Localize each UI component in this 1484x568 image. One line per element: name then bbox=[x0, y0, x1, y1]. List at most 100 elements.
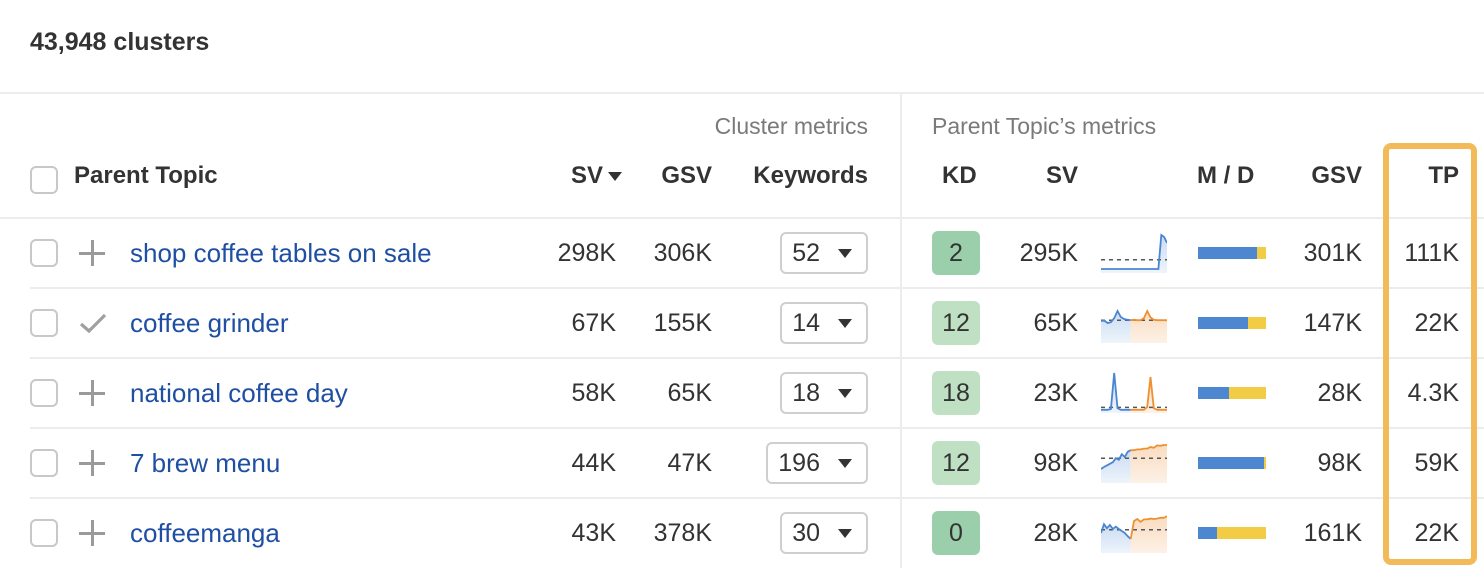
plus-icon[interactable] bbox=[79, 450, 105, 476]
table-row: 7 brew menu 44K 47K 196 12 98K 98K 59K bbox=[0, 429, 1484, 499]
row-checkbox[interactable] bbox=[30, 309, 58, 337]
parent-topic-sv: 295K bbox=[1019, 238, 1078, 267]
mobile-desktop-bar bbox=[1198, 527, 1266, 539]
keywords-dropdown[interactable]: 18 bbox=[780, 372, 868, 414]
kd-badge: 12 bbox=[932, 301, 980, 345]
trend-past-line bbox=[1101, 233, 1167, 270]
table-row: coffeemanga 43K 378K 30 0 28K 161K 22K bbox=[0, 499, 1484, 568]
plus-icon[interactable] bbox=[79, 520, 105, 546]
row-checkbox[interactable] bbox=[30, 239, 58, 267]
table-row: shop coffee tables on sale 298K 306K 52 … bbox=[0, 219, 1484, 289]
keywords-dropdown[interactable]: 196 bbox=[766, 442, 868, 484]
desktop-share bbox=[1229, 387, 1266, 399]
desktop-share bbox=[1217, 527, 1266, 539]
traffic-potential: 59K bbox=[1414, 448, 1459, 477]
mobile-share bbox=[1198, 527, 1218, 539]
cluster-sv: 43K bbox=[571, 518, 616, 547]
parent-topic-link[interactable]: national coffee day bbox=[130, 378, 348, 409]
header-pt-sv[interactable]: SV bbox=[1046, 162, 1078, 190]
parent-topic-gsv: 98K bbox=[1317, 448, 1362, 477]
chevron-down-icon bbox=[838, 318, 852, 328]
parent-topic-link[interactable]: coffeemanga bbox=[130, 518, 280, 549]
parent-topic-link[interactable]: coffee grinder bbox=[130, 308, 289, 339]
cluster-sv: 58K bbox=[571, 378, 616, 407]
select-all-checkbox[interactable] bbox=[30, 166, 58, 194]
chevron-down-icon bbox=[838, 248, 852, 258]
parent-topic-gsv: 28K bbox=[1317, 378, 1362, 407]
trend-forecast-area bbox=[1130, 516, 1167, 553]
kd-badge: 2 bbox=[932, 231, 980, 275]
trend-sparkline bbox=[1101, 515, 1167, 553]
sort-desc-icon bbox=[608, 172, 622, 182]
trend-sparkline bbox=[1101, 444, 1167, 483]
keywords-count: 52 bbox=[792, 238, 820, 267]
desktop-share bbox=[1257, 247, 1266, 259]
table-row: national coffee day 58K 65K 18 18 23K 28… bbox=[0, 359, 1484, 429]
plus-icon[interactable] bbox=[79, 380, 105, 406]
trend-forecast-area bbox=[1130, 445, 1167, 483]
chevron-down-icon bbox=[838, 528, 852, 538]
cluster-gsv: 65K bbox=[667, 378, 712, 407]
cluster-count: 43,948 clusters bbox=[30, 28, 210, 56]
group-label-parent-topic-metrics: Parent Topic’s metrics bbox=[932, 113, 1157, 139]
cluster-gsv: 155K bbox=[653, 308, 712, 337]
mobile-share bbox=[1198, 457, 1264, 469]
desktop-share bbox=[1263, 457, 1266, 469]
keywords-dropdown[interactable]: 30 bbox=[780, 512, 868, 554]
mobile-share bbox=[1198, 247, 1258, 259]
kd-badge: 18 bbox=[932, 371, 980, 415]
header-sv-label: SV bbox=[570, 162, 603, 189]
desktop-share bbox=[1247, 317, 1266, 329]
trend-past-area bbox=[1101, 235, 1167, 273]
header-gsv[interactable]: GSV bbox=[661, 162, 712, 190]
keywords-count: 14 bbox=[792, 308, 820, 337]
cluster-sv: 298K bbox=[557, 238, 616, 267]
cluster-gsv: 378K bbox=[653, 518, 712, 547]
parent-topic-sv: 65K bbox=[1033, 308, 1078, 337]
plus-icon[interactable] bbox=[79, 240, 105, 266]
row-checkbox[interactable] bbox=[30, 379, 58, 407]
parent-topic-link[interactable]: shop coffee tables on sale bbox=[130, 238, 432, 269]
header-parent-topic[interactable]: Parent Topic bbox=[74, 162, 218, 190]
header-pt-gsv[interactable]: GSV bbox=[1311, 162, 1362, 190]
traffic-potential: 22K bbox=[1414, 518, 1459, 547]
chevron-down-icon bbox=[838, 458, 852, 468]
divider bbox=[0, 92, 1484, 94]
parent-topic-gsv: 161K bbox=[1303, 518, 1362, 547]
header-sv[interactable]: SV bbox=[571, 162, 622, 190]
check-icon[interactable] bbox=[79, 312, 107, 334]
trend-sparkline bbox=[1101, 308, 1167, 343]
trend-sparkline bbox=[1101, 372, 1167, 413]
mobile-desktop-bar bbox=[1198, 317, 1266, 329]
traffic-potential: 111K bbox=[1404, 238, 1459, 267]
parent-topic-link[interactable]: 7 brew menu bbox=[130, 448, 280, 479]
trend-past-area bbox=[1101, 524, 1131, 553]
keywords-count: 18 bbox=[792, 378, 820, 407]
row-checkbox[interactable] bbox=[30, 519, 58, 547]
traffic-potential: 22K bbox=[1414, 308, 1459, 337]
header-tp[interactable]: TP bbox=[1428, 162, 1459, 190]
table-row: coffee grinder 67K 155K 14 12 65K 147K 2… bbox=[0, 289, 1484, 359]
parent-topic-sv: 28K bbox=[1033, 518, 1078, 547]
parent-topic-sv: 98K bbox=[1033, 448, 1078, 477]
keywords-count: 196 bbox=[778, 448, 820, 477]
cluster-sv: 67K bbox=[571, 308, 616, 337]
keywords-count: 30 bbox=[792, 518, 820, 547]
mobile-desktop-bar bbox=[1198, 247, 1266, 259]
header-md[interactable]: M / D bbox=[1197, 162, 1254, 190]
kd-badge: 0 bbox=[932, 511, 980, 555]
parent-topic-sv: 23K bbox=[1033, 378, 1078, 407]
header-keywords[interactable]: Keywords bbox=[753, 162, 868, 190]
mobile-share bbox=[1198, 317, 1248, 329]
mobile-desktop-bar bbox=[1198, 387, 1266, 399]
header-kd[interactable]: KD bbox=[942, 162, 977, 190]
cluster-sv: 44K bbox=[571, 448, 616, 477]
keywords-dropdown[interactable]: 14 bbox=[780, 302, 868, 344]
trend-sparkline bbox=[1101, 233, 1167, 273]
parent-topic-gsv: 301K bbox=[1303, 238, 1362, 267]
row-checkbox[interactable] bbox=[30, 449, 58, 477]
cluster-gsv: 47K bbox=[667, 448, 712, 477]
keywords-dropdown[interactable]: 52 bbox=[780, 232, 868, 274]
parent-topic-gsv: 147K bbox=[1303, 308, 1362, 337]
chevron-down-icon bbox=[838, 388, 852, 398]
